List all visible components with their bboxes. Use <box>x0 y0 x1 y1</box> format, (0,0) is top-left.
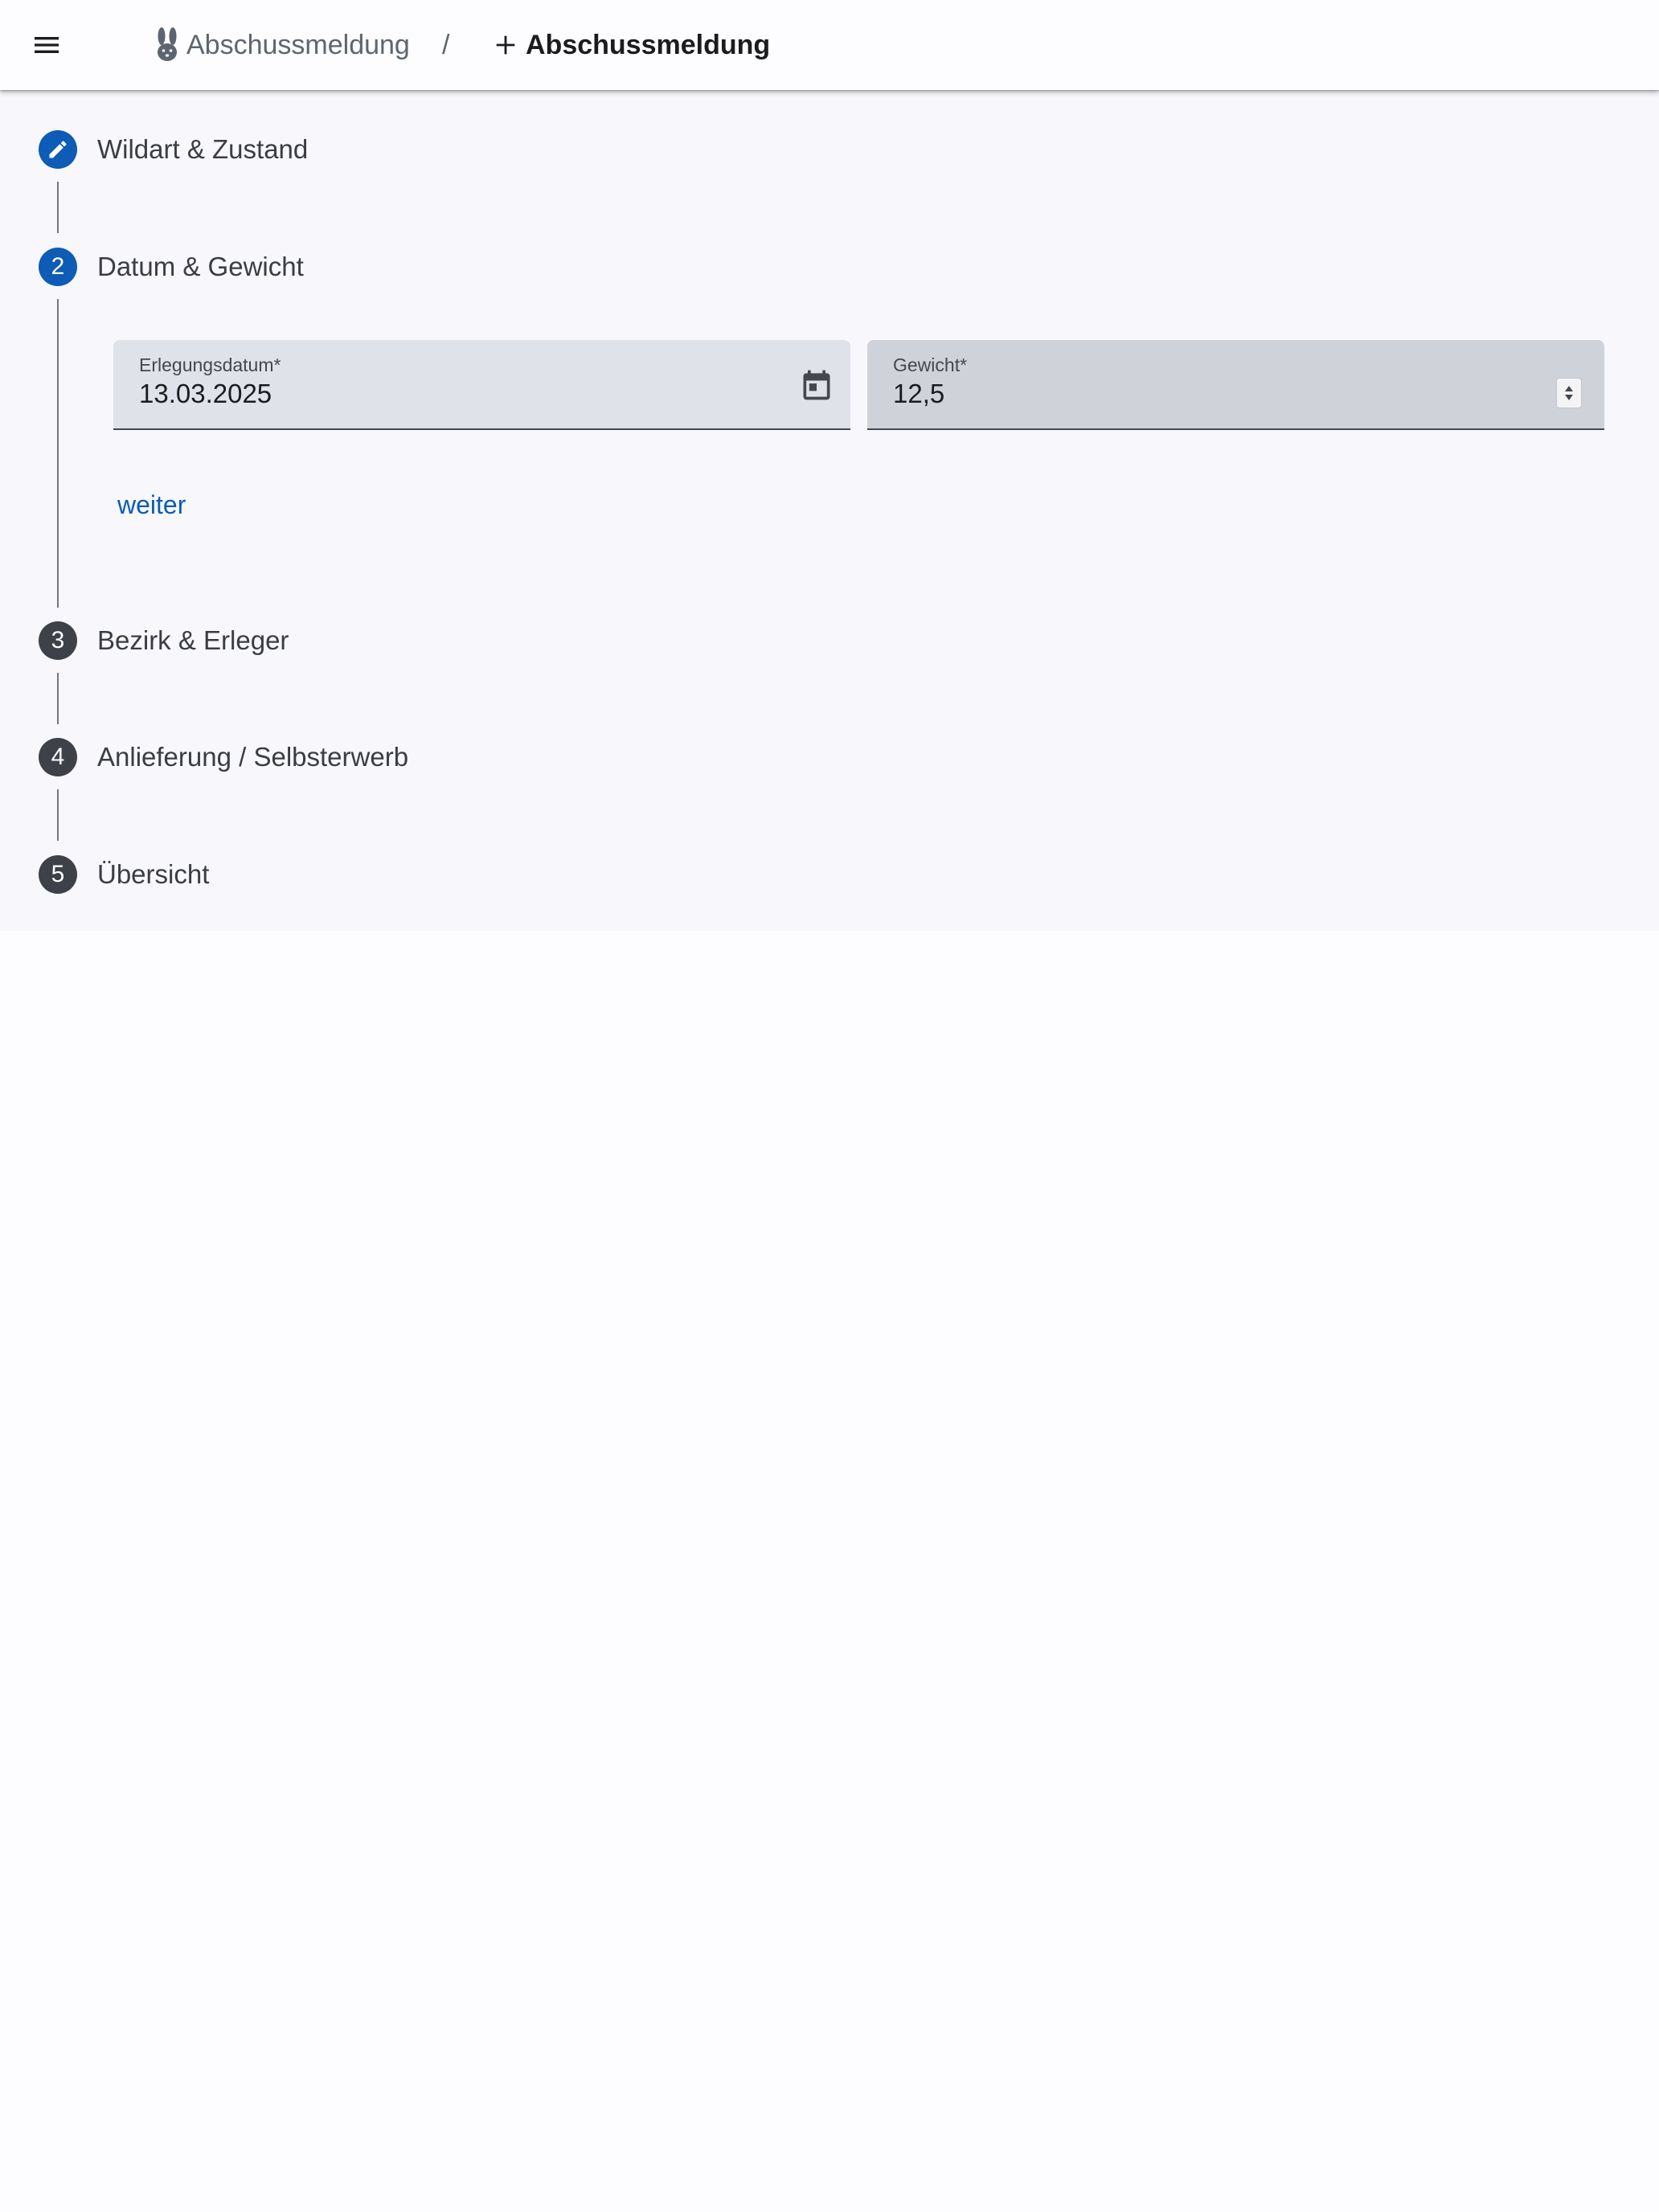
rabbit-icon <box>153 27 182 63</box>
menu-icon <box>35 37 59 53</box>
breadcrumb-current: Abschussmeldung <box>492 0 770 90</box>
step-1-header[interactable]: Wildart & Zustand <box>0 111 563 188</box>
step-3-label: Bezirk & Erleger <box>97 625 289 655</box>
spinner-icon <box>1565 386 1573 400</box>
step-5-label: Übersicht <box>97 859 210 889</box>
step-1-indicator <box>39 130 77 169</box>
step-3-indicator: 3 <box>39 621 77 660</box>
step-4-indicator: 4 <box>39 738 77 776</box>
step-2-indicator: 2 <box>39 248 77 286</box>
step-3-header[interactable]: 3 Bezirk & Erleger <box>0 602 563 679</box>
date-field[interactable]: Erlegungsdatum* <box>113 340 850 430</box>
plus-icon <box>492 31 519 59</box>
next-button[interactable]: weiter <box>104 482 199 527</box>
top-app-bar: Abschussmeldung / Abschussmeldung <box>0 0 1659 90</box>
pencil-icon <box>49 141 67 158</box>
step-2-header[interactable]: 2 Datum & Gewicht <box>0 228 563 305</box>
step-connector <box>57 789 59 841</box>
breadcrumb-separator: / <box>442 29 450 60</box>
calendar-button[interactable] <box>794 363 839 408</box>
breadcrumb-home-label: Abschussmeldung <box>186 29 410 60</box>
calendar-icon <box>803 370 830 400</box>
weight-field[interactable]: Gewicht* <box>867 340 1604 430</box>
breadcrumb-home-link[interactable]: Abschussmeldung <box>153 0 410 90</box>
weight-input[interactable] <box>893 379 1456 409</box>
step-connector <box>57 182 59 233</box>
step-4-header[interactable]: 4 Anlieferung / Selbsterwerb <box>0 719 563 796</box>
weight-field-label: Gewicht* <box>893 354 968 375</box>
date-input[interactable] <box>139 379 702 409</box>
date-field-label: Erlegungsdatum* <box>139 354 281 375</box>
step-5-indicator: 5 <box>39 855 77 894</box>
step-1-label: Wildart & Zustand <box>97 134 309 164</box>
step-5-header[interactable]: 5 Übersicht <box>0 836 563 913</box>
step-4-label: Anlieferung / Selbsterwerb <box>97 742 409 772</box>
weight-spinner[interactable] <box>1556 378 1582 408</box>
stepper-panel: Wildart & Zustand 2 Datum & Gewicht Erle… <box>0 90 1659 931</box>
step-connector <box>57 673 59 724</box>
step-2-label: Datum & Gewicht <box>97 252 304 281</box>
breadcrumb-current-label: Abschussmeldung <box>526 29 771 60</box>
step-connector <box>57 299 59 608</box>
menu-button[interactable] <box>18 16 76 74</box>
